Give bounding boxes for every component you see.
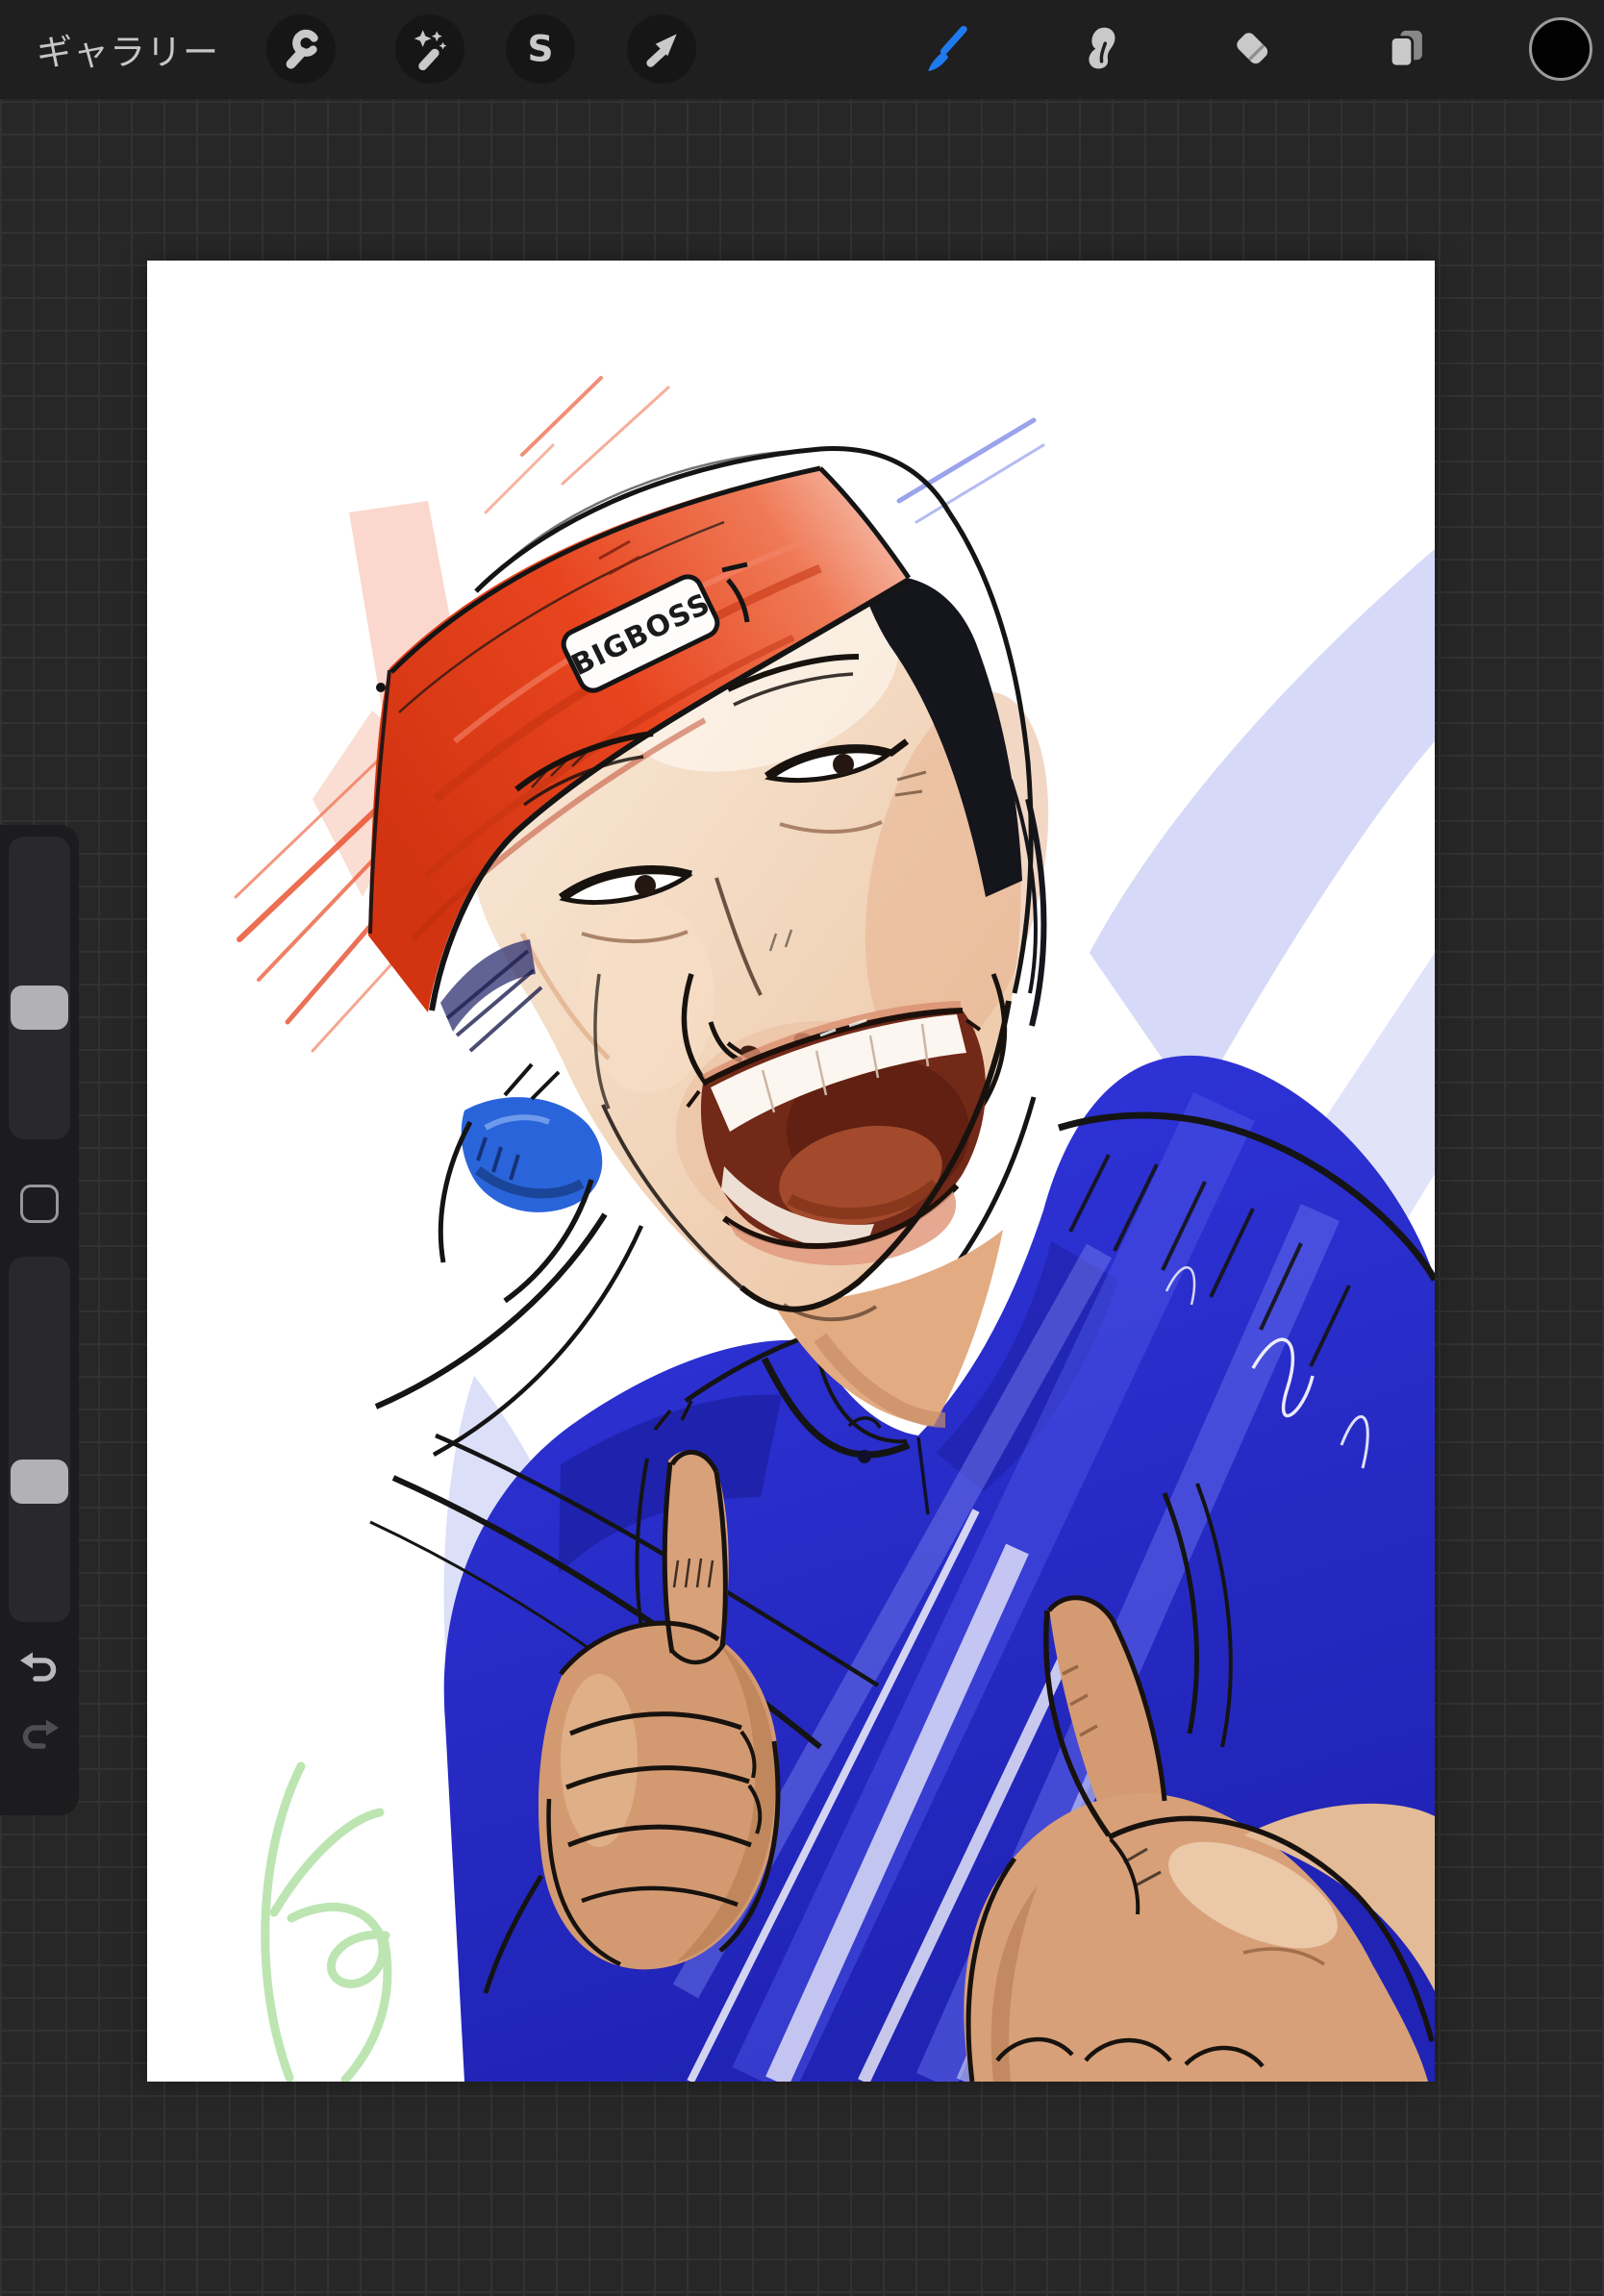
current-color-swatch (1529, 17, 1592, 81)
actions-button[interactable] (266, 14, 336, 84)
redo-icon (16, 1711, 63, 1758)
gallery-button[interactable]: ギャラリー (37, 23, 219, 75)
canvas-artwork: BIGBOSS (147, 261, 1435, 2082)
layers-button[interactable] (1371, 14, 1441, 84)
procreate-app: ギャラリー S (0, 0, 1604, 2296)
smudge-tool-button[interactable] (1065, 14, 1135, 84)
signature (265, 1766, 388, 2080)
opacity-handle[interactable] (11, 1460, 68, 1504)
transform-arrow-icon (638, 25, 686, 73)
drawing-canvas[interactable]: BIGBOSS (147, 261, 1435, 2082)
eraser-tool-button[interactable] (1218, 14, 1288, 84)
undo-icon (16, 1644, 63, 1690)
wrench-icon (277, 25, 325, 73)
brush-size-handle[interactable] (11, 986, 68, 1030)
head: BIGBOSS (368, 449, 1079, 1426)
paintbrush-icon (918, 21, 974, 77)
opacity-slider[interactable] (9, 1257, 70, 1622)
brush-sidebar (0, 825, 79, 1815)
magic-wand-icon (406, 25, 454, 73)
eraser-icon (1227, 23, 1279, 75)
modify-button[interactable] (20, 1185, 59, 1223)
layers-icon (1380, 23, 1432, 75)
smudge-finger-icon (1073, 22, 1127, 76)
top-toolbar: ギャラリー S (0, 0, 1604, 99)
adjustments-button[interactable] (395, 14, 464, 84)
s-ribbon-icon: S (516, 25, 564, 73)
selection-glyph: S (527, 28, 553, 70)
redo-button[interactable] (16, 1711, 63, 1758)
color-button[interactable] (1526, 14, 1595, 84)
ear-blue-paint (440, 1064, 602, 1301)
undo-button[interactable] (16, 1644, 63, 1690)
selection-button[interactable]: S (506, 14, 575, 84)
transform-button[interactable] (627, 14, 696, 84)
brush-tool-button[interactable] (912, 14, 981, 84)
